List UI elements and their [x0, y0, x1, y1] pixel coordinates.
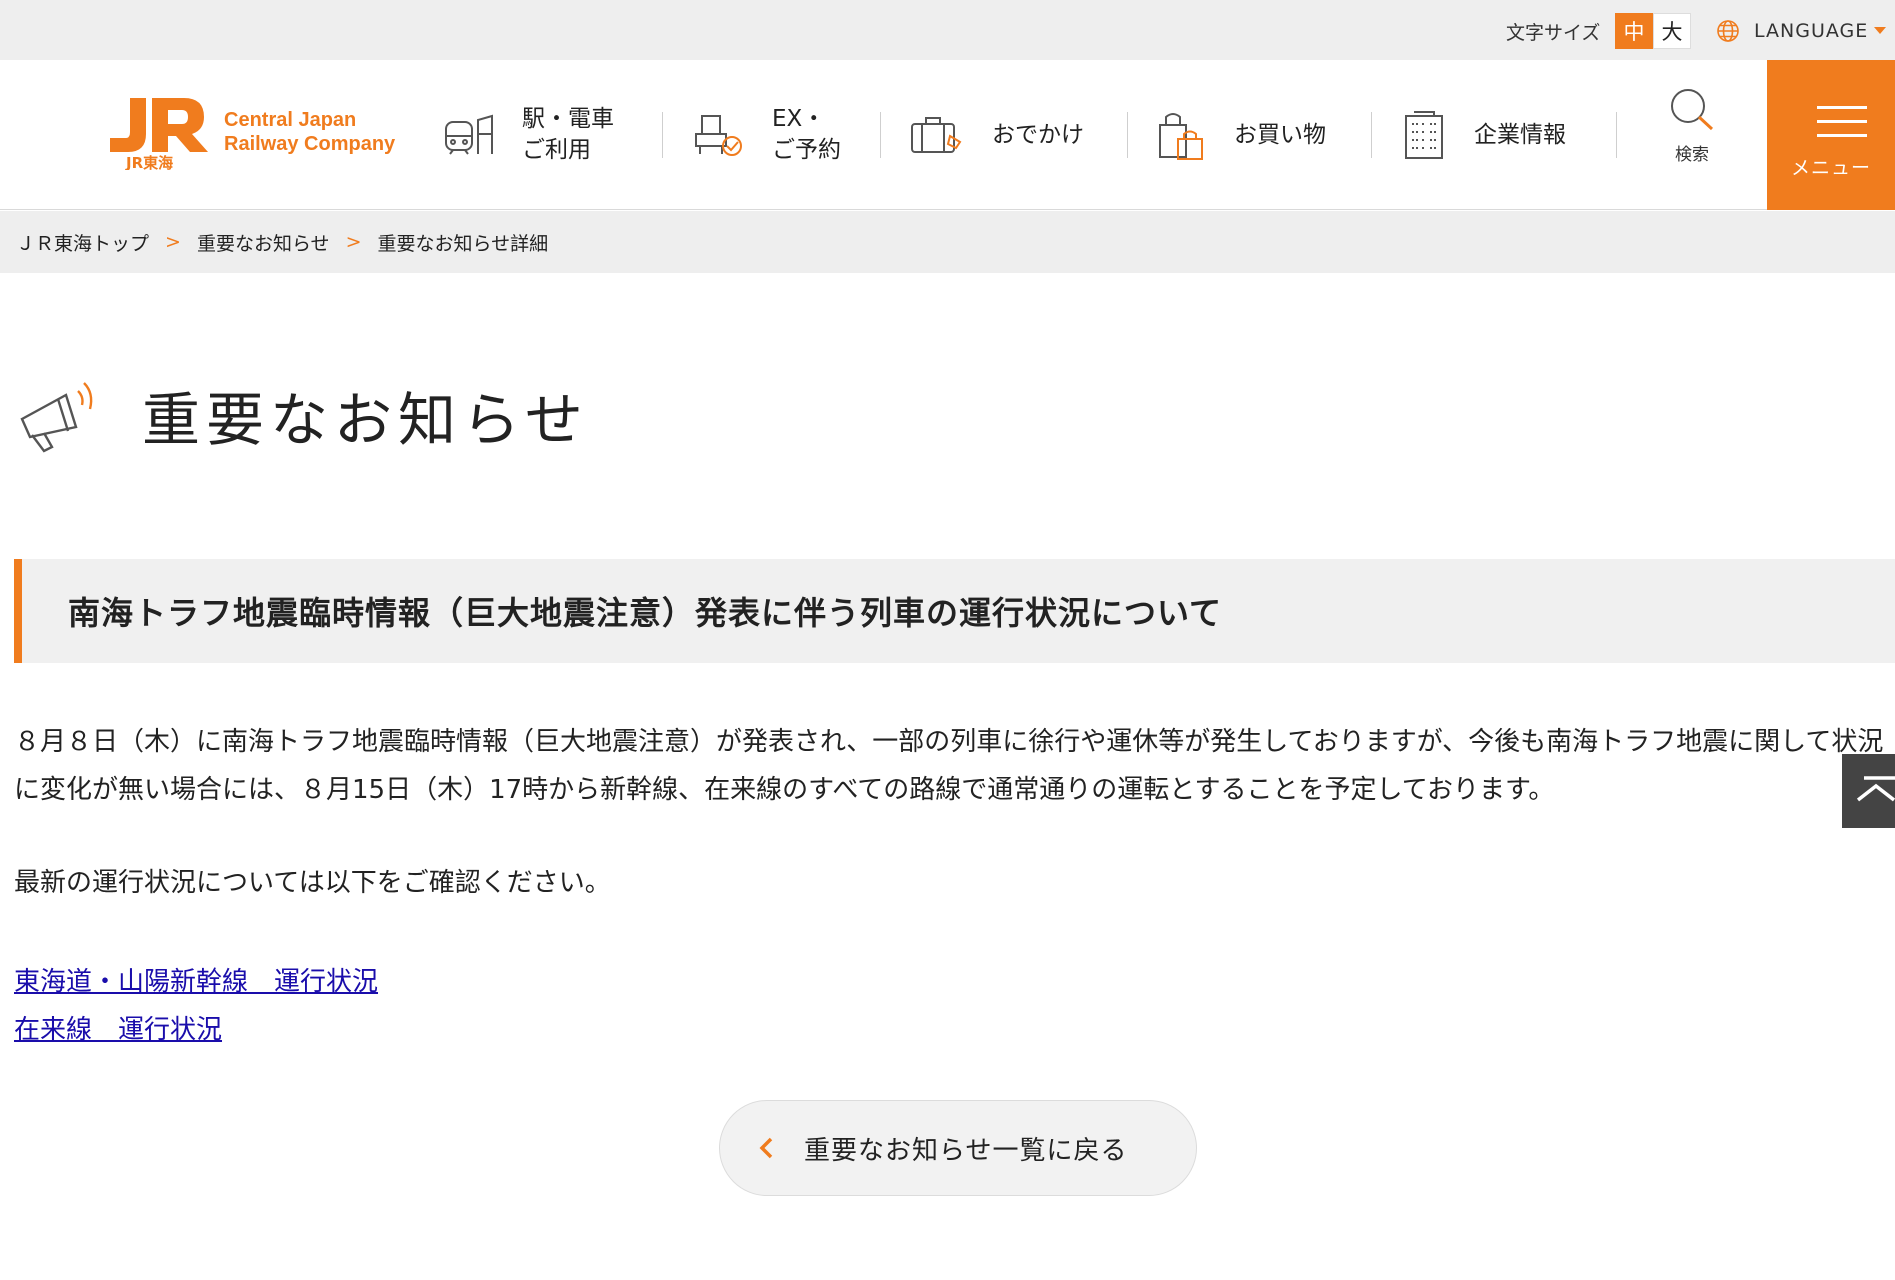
globe-icon [1717, 20, 1739, 42]
jr-logo-mark: JR東海 [110, 98, 208, 170]
font-size-label: 文字サイズ [1506, 22, 1601, 44]
notice-heading: 南海トラフ地震臨時情報（巨大地震注意）発表に伴う列車の運行状況について [14, 559, 1895, 663]
language-label: LANGUAGE [1754, 20, 1869, 42]
search-button[interactable]: 検索 [1652, 86, 1732, 165]
hamburger-icon [1817, 106, 1867, 148]
notice-paragraph-latest: 最新の運行状況については以下をご確認ください。 [14, 868, 611, 898]
seat-check-icon [695, 115, 742, 156]
nav-divider [1127, 112, 1128, 158]
link-conventional-status[interactable]: 在来線 運行状況 [14, 1006, 378, 1054]
language-selector[interactable]: LANGUAGE [1716, 14, 1868, 48]
megaphone-icon [20, 382, 93, 453]
nav-item-outing[interactable]: おでかけ [910, 60, 1084, 210]
font-size-large-button[interactable]: 大 [1653, 13, 1691, 49]
site-header: JR東海 Central Japan Railway Company 駅・電車 … [0, 60, 1895, 210]
page-top-button[interactable] [1842, 754, 1895, 828]
back-to-list-button[interactable]: 重要なお知らせ一覧に戻る [719, 1100, 1197, 1196]
jr-central-logo[interactable]: JR東海 Central Japan Railway Company [106, 94, 395, 170]
breadcrumb-item-top[interactable]: ＪＲ東海トップ [16, 229, 149, 256]
chevron-up-icon [1856, 776, 1895, 802]
back-button-label: 重要なお知らせ一覧に戻る [804, 1135, 1128, 1166]
menu-label: メニュー [1790, 157, 1871, 179]
font-size-medium-button[interactable]: 中 [1615, 13, 1653, 49]
page-title: 重要なお知らせ [142, 386, 589, 454]
utility-bar: 文字サイズ 中 大 LANGUAGE [0, 0, 1895, 60]
nav-divider [662, 112, 663, 158]
nav-item-corporate[interactable]: 企業情報 [1402, 60, 1566, 210]
chevron-right-icon: > [345, 231, 362, 253]
svg-text:JR東海: JR東海 [125, 154, 173, 170]
nav-divider [1616, 112, 1617, 158]
shopping-bag-icon [1159, 113, 1203, 160]
search-icon [1671, 89, 1714, 131]
chevron-right-icon: > [165, 231, 181, 253]
chevron-down-icon[interactable] [1874, 27, 1886, 34]
brand-name: Central Japan Railway Company [224, 109, 396, 155]
breadcrumb-item-current: 重要なお知らせ詳細 [377, 232, 549, 255]
menu-button[interactable]: メニュー [1767, 60, 1895, 210]
breadcrumb-item-notices[interactable]: 重要なお知らせ [197, 229, 330, 256]
link-shinkansen-status[interactable]: 東海道・山陽新幹線 運行状況 [14, 958, 378, 1006]
notice-title: 南海トラフ地震臨時情報（巨大地震注意）発表に伴う列車の運行状況について [68, 594, 1223, 632]
page-title-block: 重要なお知らせ [18, 370, 589, 460]
train-icon [445, 114, 493, 155]
nav-item-ex-reservation[interactable]: EX・ ご予約 [692, 60, 841, 210]
nav-item-shopping[interactable]: お買い物 [1156, 60, 1326, 210]
search-label: 検索 [1675, 145, 1709, 165]
chevron-left-icon [759, 1137, 773, 1159]
suitcase-icon [911, 117, 962, 153]
building-icon [1405, 111, 1443, 159]
status-links: 東海道・山陽新幹線 運行状況 在来線 運行状況 [14, 958, 378, 1054]
nav-divider [880, 112, 881, 158]
nav-divider [1371, 112, 1372, 158]
nav-item-station-train[interactable]: 駅・電車 ご利用 [444, 60, 614, 210]
notice-paragraph: ８月８日（木）に南海トラフ地震臨時情報（巨大地震注意）が発表され、一部の列車に徐… [14, 727, 1884, 805]
breadcrumb: ＪＲ東海トップ > 重要なお知らせ > 重要なお知らせ詳細 [0, 211, 1895, 273]
